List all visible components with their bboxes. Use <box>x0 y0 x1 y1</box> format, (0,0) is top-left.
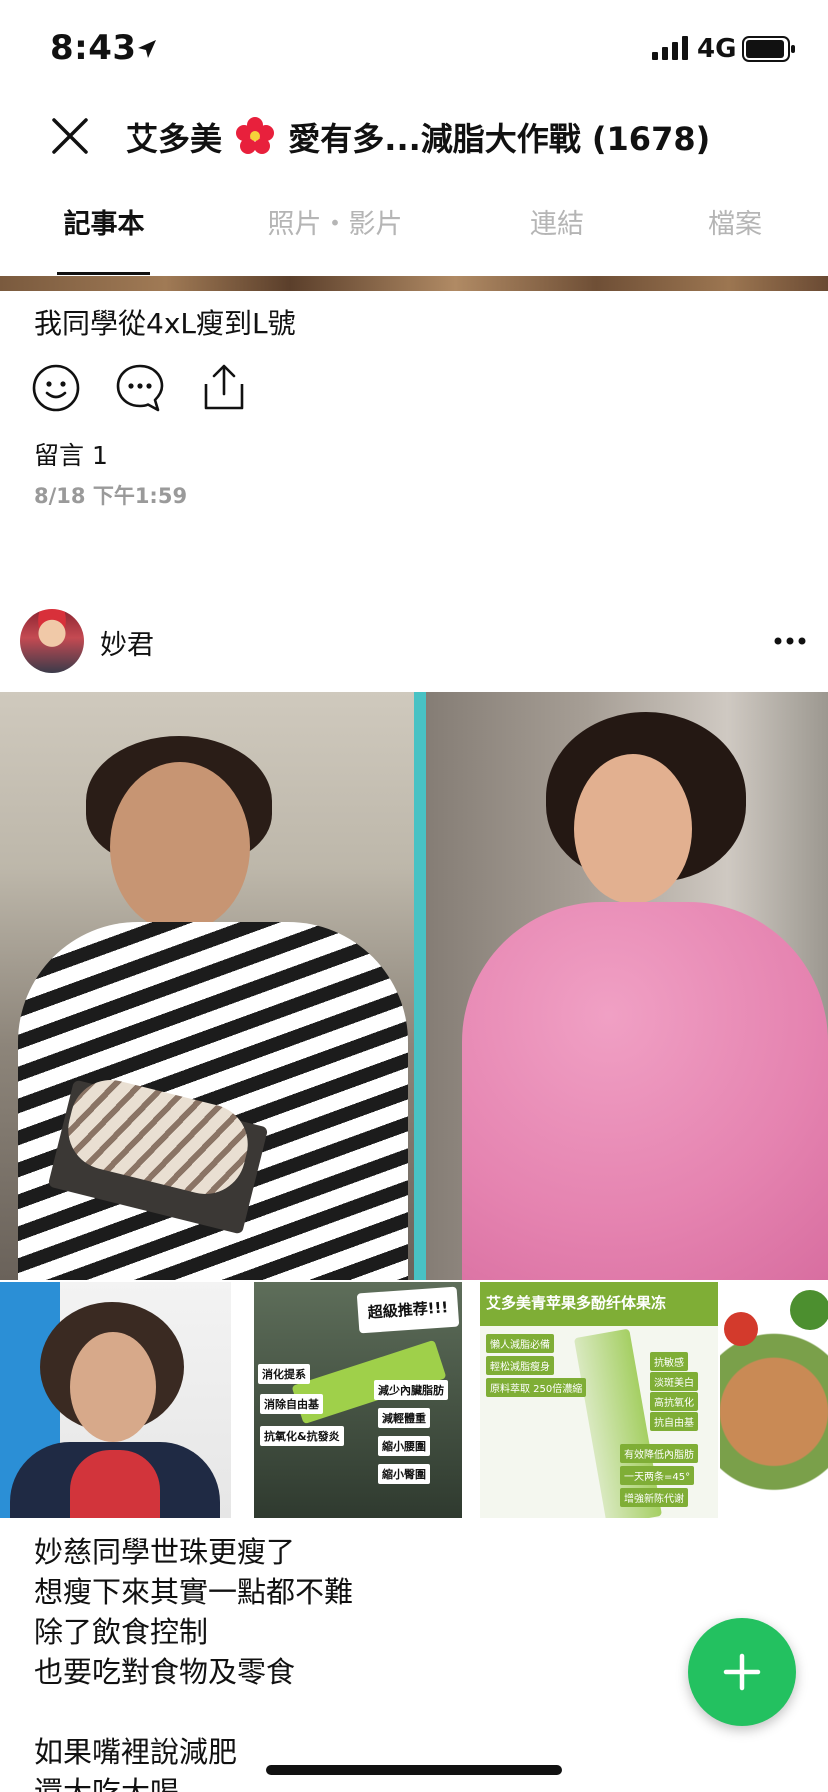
caption-line: 想瘦下來其實一點都不難 <box>34 1575 354 1609</box>
active-tab-indicator <box>57 272 150 275</box>
thumbnail-label: 消化提系 <box>258 1364 310 1384</box>
status-time: 8:43 <box>50 28 137 68</box>
caption-line: 除了飲食控制 <box>34 1615 209 1649</box>
caption-line: 妙慈同學世珠更瘦了 <box>34 1535 296 1569</box>
thumbnail-photo-3[interactable]: 艾多美青苹果多酚纤体果冻 懶人減脂必備 輕松減脂瘦身 原料萃取 250倍濃縮 抗… <box>480 1282 718 1518</box>
signal-icon <box>652 36 688 60</box>
post-actions <box>30 362 260 414</box>
comment-icon[interactable] <box>114 362 166 414</box>
photo-detail <box>70 1332 156 1442</box>
group-header: 艾多美 愛有多...減脂大作戰 (1678) <box>0 100 828 180</box>
previous-post-image[interactable] <box>0 276 828 291</box>
network-label: 4G <box>697 34 737 64</box>
thumbnail-chip: 一天两条=45° <box>620 1466 695 1485</box>
tab-notes[interactable]: 記事本 <box>40 200 168 276</box>
home-indicator[interactable] <box>266 1765 562 1775</box>
post-caption: 妙慈同學世珠更瘦了 想瘦下來其實一點都不難 除了飲食控制 也要吃對食物及零食 如… <box>34 1532 674 1792</box>
thumbnail-title: 艾多美青苹果多酚纤体果冻 <box>486 1294 667 1312</box>
photo-divider <box>414 692 426 1280</box>
add-post-button[interactable] <box>688 1618 796 1726</box>
tab-photos-videos[interactable]: 照片・影片 <box>250 200 420 276</box>
avatar[interactable] <box>20 609 84 673</box>
post-text: 我同學從4xL瘦到L號 <box>34 307 296 340</box>
thumbnail-chip: 有效降低內脂肪 <box>620 1444 698 1463</box>
tab-bar: 記事本 照片・影片 連結 檔案 <box>0 200 828 276</box>
caption-line: 也要吃對食物及零食 <box>34 1655 296 1689</box>
thumbnail-chip: 抗自由基 <box>650 1412 698 1431</box>
thumbnail-chip: 輕松減脂瘦身 <box>486 1356 554 1375</box>
photo-detail <box>70 1450 160 1518</box>
thumbnail-label: 抗氧化&抗發炎 <box>260 1426 344 1446</box>
tab-files[interactable]: 檔案 <box>690 200 780 276</box>
thumbnail-photo-4[interactable] <box>720 1282 828 1518</box>
smile-icon[interactable] <box>30 362 82 414</box>
tab-links[interactable]: 連結 <box>512 200 602 276</box>
thumbnail-chip: 高抗氧化 <box>650 1392 698 1411</box>
thumbnail-label: 消除自由基 <box>260 1394 323 1414</box>
status-bar: 8:43 4G <box>0 0 828 100</box>
thumbnail-label: 縮小臀圍 <box>378 1464 430 1484</box>
thumbnail-label: 減輕體重 <box>378 1408 430 1428</box>
caption-line <box>34 1692 674 1732</box>
plus-icon <box>723 1653 761 1691</box>
close-icon[interactable] <box>46 112 94 160</box>
battery-icon <box>742 36 795 62</box>
thumbnail-label: 縮小腰圍 <box>378 1436 430 1456</box>
author-name[interactable]: 妙君 <box>100 623 154 662</box>
photo-detail <box>574 754 692 904</box>
photo-detail <box>110 762 250 932</box>
more-icon[interactable] <box>770 627 810 655</box>
caption-line: 還大吃大喝 <box>34 1775 180 1792</box>
hibiscus-emoji <box>236 117 275 154</box>
thumbnail-chip: 增強新陈代谢 <box>620 1488 688 1507</box>
thumbnail-chip: 抗敏感 <box>650 1352 688 1371</box>
thumbnail-banner: 超級推荐!!! <box>356 1286 460 1334</box>
post-thumbnail-row: 超級推荐!!! 消化提系 消除自由基 抗氧化&抗發炎 減少內臟脂肪 減輕體重 縮… <box>0 1282 828 1518</box>
thumbnail-label: 減少內臟脂肪 <box>374 1380 448 1400</box>
group-title: 艾多美 愛有多...減脂大作戰 (1678) <box>126 114 710 160</box>
comments-link[interactable]: 留言 1 <box>34 436 108 472</box>
group-title-part2: 愛有多...減脂大作戰 (1678) <box>288 120 711 158</box>
thumbnail-chip: 懶人減脂必備 <box>486 1334 554 1353</box>
post-main-photo[interactable] <box>0 692 828 1280</box>
photo-detail <box>724 1312 758 1346</box>
thumbnail-photo-2[interactable]: 超級推荐!!! 消化提系 消除自由基 抗氧化&抗發炎 減少內臟脂肪 減輕體重 縮… <box>254 1282 462 1518</box>
share-icon[interactable] <box>198 362 250 414</box>
post-date: 8/18 下午1:59 <box>34 484 188 508</box>
post-author-row: 妙君 <box>0 607 828 677</box>
photo-detail <box>462 902 828 1280</box>
thumbnail-photo-1[interactable] <box>0 1282 231 1518</box>
photo-detail <box>790 1290 828 1330</box>
group-title-part1: 艾多美 <box>126 120 223 158</box>
thumbnail-chip: 淡斑美白 <box>650 1372 698 1391</box>
thumbnail-chip: 原料萃取 250倍濃縮 <box>486 1378 587 1397</box>
location-arrow-icon <box>138 40 156 58</box>
